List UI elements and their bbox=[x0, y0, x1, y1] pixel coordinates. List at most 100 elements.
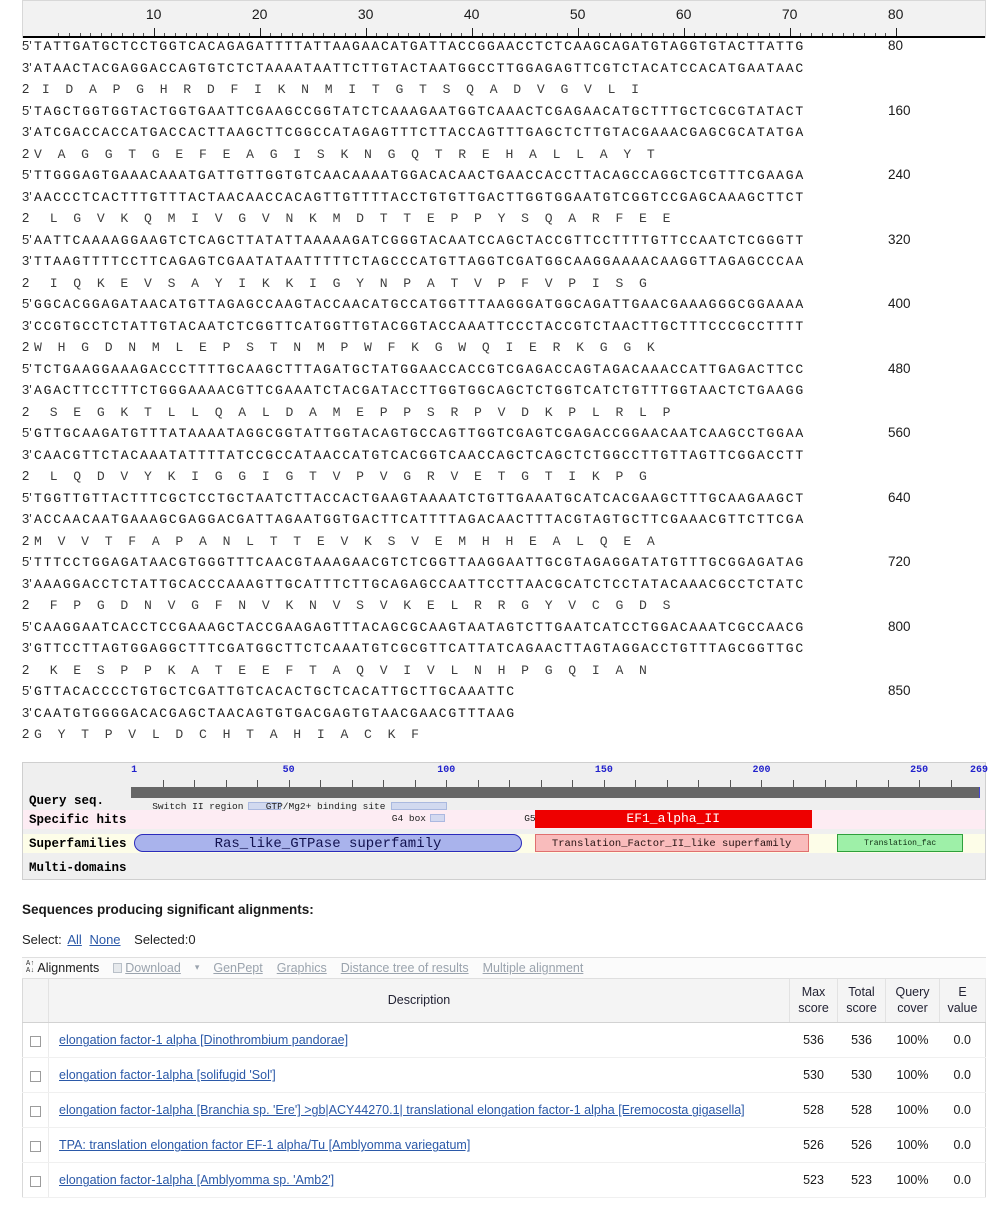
header-query-cover[interactable]: Query cover bbox=[885, 979, 940, 1024]
e-value-cell: 0.0 bbox=[939, 1162, 986, 1199]
sequence-block: 5' GTTGCAAGATGTTTATAAAATAGGCGGTATTGGTACAG… bbox=[0, 425, 1008, 490]
hit-description-link[interactable]: elongation factor-1alpha [Branchia sp. '… bbox=[59, 1103, 745, 1117]
hits-table-header: Description Max score Total score Query … bbox=[22, 979, 986, 1024]
sequence-strand-label: 3' bbox=[22, 124, 32, 139]
hit-description-link[interactable]: elongation factor-1alpha [Amblyomma sp. … bbox=[59, 1173, 334, 1187]
header-e-value-line2: value bbox=[947, 1000, 978, 1015]
e-value-cell: 0.0 bbox=[939, 1057, 986, 1094]
select-all-link[interactable]: All bbox=[67, 932, 81, 947]
hit-description-link[interactable]: elongation factor-1alpha [solifugid 'Sol… bbox=[59, 1068, 276, 1082]
hit-description-link[interactable]: elongation factor-1 alpha [Dinothrombium… bbox=[59, 1033, 348, 1047]
sequence-line: 5' CAAGGAATCACCTCCGAAAGCTACCGAAGAGTTTACAG… bbox=[0, 619, 1008, 641]
cdd-tick bbox=[666, 779, 668, 787]
sequence-line: 3' ATCGACCACCATGACCACTTAAGCTTCGGCCATAGAGT… bbox=[0, 124, 1008, 146]
sequence-block: 5' TGGTTGTTACTTTCGCTCCTGCTAATCTTACCACTGAA… bbox=[0, 490, 1008, 555]
tab-alignments[interactable]: A↑ A↓ Alignments bbox=[26, 961, 99, 976]
sequence-strand-label: 3' bbox=[22, 188, 32, 204]
distance-tree-link[interactable]: Distance tree of results bbox=[341, 961, 469, 975]
sequence-viewer: 10 20 30 40 50 60 70 80 5' TATTGATGCTCCTGGTCACAG… bbox=[0, 0, 1008, 748]
sequence-strand-label: 5' bbox=[22, 38, 32, 53]
row-checkbox[interactable] bbox=[30, 1070, 41, 1082]
sequence-strand-label: 2 bbox=[22, 145, 30, 161]
query-cover-cell: 100% bbox=[885, 1057, 940, 1094]
e-value-cell: 0.0 bbox=[939, 1022, 986, 1059]
sequence-position: 560 bbox=[888, 425, 911, 440]
superfamily-domain[interactable]: Ras_like_GTPase superfamily bbox=[134, 833, 522, 852]
sequence-position: 400 bbox=[888, 296, 911, 311]
table-row[interactable]: elongation factor-1alpha [Branchia sp. '… bbox=[22, 1092, 986, 1129]
description-cell: elongation factor-1alpha [Amblyomma sp. … bbox=[48, 1162, 790, 1199]
header-description[interactable]: Description bbox=[48, 979, 790, 1024]
alignments-label: Alignments bbox=[37, 960, 100, 975]
sequence-ruler: 10 20 30 40 50 60 70 80 bbox=[22, 0, 986, 38]
nucleotide-sequence: ATAACTACGAGGACCAGTGTCTCTAAAATAATTCTTGTAC… bbox=[34, 60, 806, 76]
query-cover-cell: 100% bbox=[885, 1162, 940, 1199]
sequence-block: 5' TTTCCTGGAGATAACGTGGGTTTCAACGTAAAGAACGT… bbox=[0, 554, 1008, 619]
nucleotide-sequence: TAGCTGGTGGTACTGGTGAATTCGAAGCCGGTATCTCAAA… bbox=[34, 103, 806, 119]
select-none-link[interactable]: None bbox=[89, 932, 120, 947]
conserved-domain-graphic: Query seq. Specific hits Superfamilies M… bbox=[22, 761, 988, 880]
cdd-tick bbox=[698, 779, 700, 787]
query-cover-cell: 100% bbox=[885, 1127, 940, 1164]
cdd-tick bbox=[793, 779, 794, 787]
cdd-tick bbox=[194, 779, 196, 787]
sequence-strand-label: 3' bbox=[22, 59, 32, 75]
cdd-feature-box[interactable] bbox=[429, 813, 446, 822]
download-button[interactable]: Download bbox=[113, 961, 181, 975]
sequence-strand-label: 5' bbox=[22, 618, 32, 634]
ruler-tick-label: 80 bbox=[887, 6, 904, 22]
total-score-cell: 526 bbox=[837, 1127, 886, 1164]
sequence-line: 3' AAAGGACCTCTATTGCACCCAAAGTTGCATTTCTTGCA… bbox=[0, 576, 1008, 598]
sequence-line: 5' TTGGGAGTGAAACAAATGATTGTTGGTGTCAACAAAAT… bbox=[0, 167, 1008, 189]
row-select-cell[interactable] bbox=[22, 1127, 49, 1164]
row-select-cell[interactable] bbox=[22, 1057, 49, 1094]
superfamily-domain[interactable]: Translation_Factor_II_like superfamily bbox=[534, 833, 809, 852]
chevron-down-icon[interactable]: ▾ bbox=[195, 962, 200, 973]
row-select-cell[interactable] bbox=[22, 1162, 49, 1199]
header-total-score[interactable]: Total score bbox=[837, 979, 886, 1024]
row-checkbox[interactable] bbox=[30, 1105, 41, 1117]
sequence-line: 3' GTTCCTTAGTGGAGGCTTTCGATGGCTTCTCAAATGTC… bbox=[0, 640, 1008, 662]
cdd-ruler-ticks bbox=[131, 777, 979, 787]
sequence-position: 640 bbox=[888, 489, 911, 505]
table-row[interactable]: elongation factor-1alpha [Amblyomma sp. … bbox=[22, 1162, 986, 1199]
sequence-line: 3' CCGTGCCTCTATTGTACAATCTCGGTTCATGGTTGTAC… bbox=[0, 318, 1008, 340]
row-checkbox[interactable] bbox=[30, 1140, 41, 1152]
sequence-line: 2M V V T F A P A N L T T E V K S V E M H… bbox=[0, 533, 1008, 555]
row-checkbox[interactable] bbox=[30, 1035, 41, 1047]
header-e-value[interactable]: E value bbox=[939, 979, 986, 1024]
nucleotide-sequence: GTTGCAAGATGTTTATAAAATAGGCGGTATTGGTACAGTG… bbox=[34, 426, 806, 441]
table-row[interactable]: elongation factor-1 alpha [Dinothrombium… bbox=[22, 1022, 986, 1059]
sequence-strand-label: 3' bbox=[22, 317, 32, 333]
multiple-alignment-link[interactable]: Multiple alignment bbox=[483, 961, 584, 975]
nucleotide-sequence: AAAGGACCTCTATTGCACCCAAAGTTGCATTTCTTGCAGA… bbox=[34, 576, 806, 592]
protein-translation: S E G K T L L Q A L D A M E P P S R P V … bbox=[34, 404, 671, 420]
specific-hit-domain[interactable]: EF1_alpha_II bbox=[534, 809, 812, 828]
query-sequence-bar[interactable] bbox=[131, 786, 979, 798]
nucleotide-sequence: CCGTGCCTCTATTGTACAATCTCGGTTCATGGTTGTACGG… bbox=[34, 318, 806, 334]
row-select-cell[interactable] bbox=[22, 1092, 49, 1129]
select-label: Select: bbox=[22, 931, 62, 947]
graphics-link[interactable]: Graphics bbox=[277, 961, 327, 975]
sequence-line: 5' TATTGATGCTCCTGGTCACAGAGATTTTATTAAGAACA… bbox=[0, 38, 1008, 60]
row-checkbox[interactable] bbox=[30, 1175, 41, 1187]
sequence-line: 2V A G G T G E F E A G I S K N G Q T R E… bbox=[0, 146, 1008, 168]
superfamily-domain[interactable]: Translation_fac bbox=[837, 833, 964, 852]
hit-description-link[interactable]: TPA: translation elongation factor EF-1 … bbox=[59, 1138, 470, 1152]
table-row[interactable]: TPA: translation elongation factor EF-1 … bbox=[22, 1127, 986, 1164]
cdd-feature-label: GTP/Mg2+ binding site bbox=[265, 800, 386, 812]
header-max-score[interactable]: Max score bbox=[789, 979, 838, 1024]
results-toolbar: A↑ A↓ Alignments Download ▾ GenPept Graphi… bbox=[22, 956, 986, 980]
sequence-line: 2 G Y T P V L D C H T A H I A C K F bbox=[0, 726, 1008, 748]
table-row[interactable]: elongation factor-1alpha [solifugid 'Sol… bbox=[22, 1057, 986, 1094]
sequence-line: 3' AGACTTCCTTTCTGGGAAAACGTTCGAAATCTACGATA… bbox=[0, 382, 1008, 404]
cdd-tick bbox=[729, 779, 731, 787]
hits-table-body: elongation factor-1 alpha [Dinothrombium… bbox=[22, 1022, 986, 1199]
cdd-feature-box[interactable] bbox=[390, 801, 447, 810]
header-select-col bbox=[22, 979, 49, 1024]
row-select-cell[interactable] bbox=[22, 1022, 49, 1059]
header-row: Description Max score Total score Query … bbox=[22, 979, 986, 1024]
genpept-link[interactable]: GenPept bbox=[213, 961, 262, 975]
sequence-line: 5' GGCACGGAGATAACATGTTAGAGCCAAGTACCAACATG… bbox=[0, 296, 1008, 318]
sequence-line: 3' ACCAACAATGAAAGCGAGGACGATTAGAATGGTGACTT… bbox=[0, 511, 1008, 533]
